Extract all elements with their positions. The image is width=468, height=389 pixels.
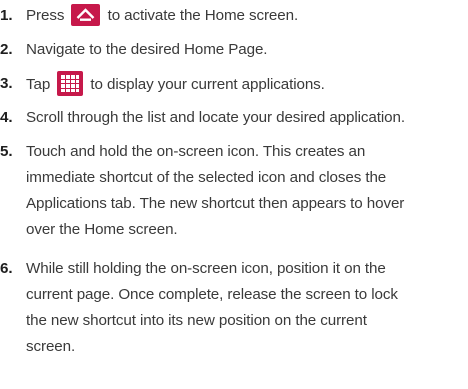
step-text-line: over the Home screen.: [26, 221, 178, 238]
applications-grid-icon: [57, 71, 84, 96]
step-text-line: immediate shortcut of the selected icon …: [26, 169, 387, 186]
step-5: 5. Touch and hold the on-screen icon. Th…: [0, 139, 404, 243]
step-text-line: the new shortcut into its new position o…: [26, 312, 367, 329]
step-text-line: Scroll through the list and locate your …: [26, 109, 405, 126]
step-text-after-icon: to activate the Home screen.: [103, 7, 299, 24]
step-number: 3.: [0, 75, 13, 92]
step-number: 6.: [0, 260, 13, 277]
step-text-before-icon: Press: [26, 7, 69, 24]
step-4: 4. Scroll through the list and locate yo…: [0, 105, 405, 131]
step-text-line: Applications tab. The new shortcut then …: [26, 195, 405, 212]
step-text-line: While still holding the on-screen icon, …: [26, 260, 386, 277]
step-1: 1. Press to activate the Home screen.: [0, 3, 298, 29]
step-number: 2.: [0, 41, 13, 58]
step-2: 2. Navigate to the desired Home Page.: [0, 37, 268, 63]
step-text-before-icon: Tap: [26, 76, 55, 93]
step-text-after-icon: to display your current applications.: [86, 76, 325, 93]
step-text: Press to activate the Home screen.: [26, 3, 298, 29]
step-number: 4.: [0, 109, 13, 126]
home-icon: [71, 4, 101, 26]
step-number: 1.: [0, 7, 13, 24]
step-text-line: current page. Once complete, release the…: [26, 286, 398, 303]
step-number: 5.: [0, 143, 13, 160]
step-6: 6. While still holding the on-screen ico…: [0, 256, 398, 360]
step-3: 3. Tap to display your current applicati…: [0, 71, 325, 98]
step-text: Tap to display your current applications…: [26, 71, 325, 98]
step-text-line: screen.: [26, 338, 76, 355]
step-text-line: Navigate to the desired Home Page.: [26, 41, 268, 58]
step-text-line: Touch and hold the on-screen icon. This …: [26, 143, 366, 160]
